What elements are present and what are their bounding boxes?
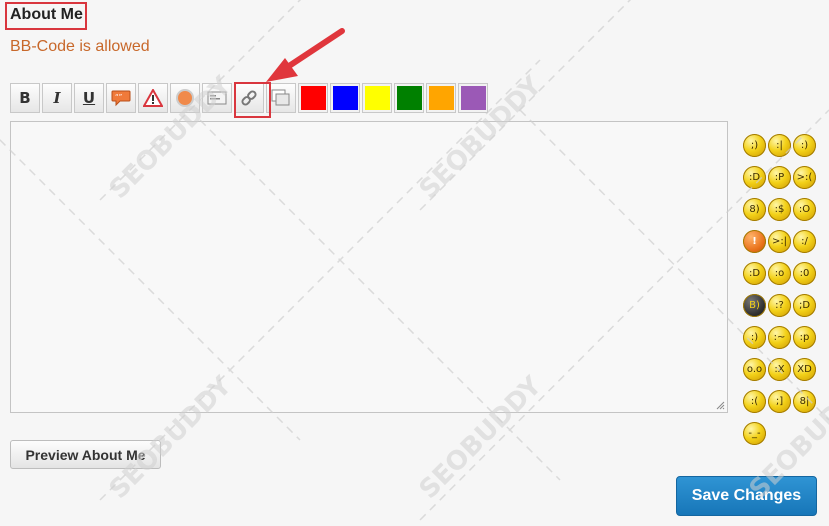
smiley-thinking-icon[interactable]: :? [768,294,791,317]
underline-button[interactable]: U [74,83,104,113]
smiley-wink2-icon[interactable]: ;D [793,294,816,317]
smiley-glasses-icon[interactable]: 8) [743,198,766,221]
color-blue-button[interactable] [330,83,360,113]
card-icon [207,91,227,105]
green-swatch [396,86,422,110]
smiley-smile-icon[interactable]: :) [793,134,816,157]
blue-swatch [332,86,358,110]
smiley-surprised-icon[interactable]: :o [768,262,791,285]
link-chain-icon [241,90,257,106]
smiley-alert-icon[interactable]: ! [743,230,766,253]
smiley-lol-icon[interactable]: XD [793,358,816,381]
smiley-sad-icon[interactable]: :( [743,390,766,413]
smiley-blink-icon[interactable]: o.o [743,358,766,381]
smiley-cool-icon[interactable]: B) [743,294,766,317]
quote-button[interactable]: “” [106,83,136,113]
about-me-textarea[interactable] [10,121,728,413]
color-red-button[interactable] [298,83,328,113]
svg-text:“”: “” [115,93,122,101]
color-orange-button[interactable] [426,83,456,113]
preview-about-me-button[interactable]: Preview About Me [10,440,161,469]
warning-icon [143,89,163,107]
smiley-angry-icon[interactable]: >:( [793,166,816,189]
smiley-tongue2-icon[interactable]: :p [793,326,816,349]
smiley-sweat-icon[interactable]: :) [743,326,766,349]
yellow-swatch [364,86,390,110]
record-button[interactable] [170,83,200,113]
quote-bubble-icon: “” [111,90,131,107]
image-button[interactable] [266,83,296,113]
smiley-shocked-icon[interactable]: :O [793,198,816,221]
smiley-drool-icon[interactable]: :~ [768,326,791,349]
color-purple-button[interactable] [458,83,488,113]
bold-button[interactable]: B [10,83,40,113]
resize-grip-icon[interactable] [716,401,725,410]
image-icon [271,89,290,106]
card-button[interactable] [202,83,232,113]
bbcode-toolbar: B I U “” [10,83,490,115]
color-yellow-button[interactable] [362,83,392,113]
smiley-smirk-icon[interactable]: ;] [768,390,791,413]
smiley-tongue-icon[interactable]: :P [768,166,791,189]
smiley-confused-icon[interactable]: :/ [793,230,816,253]
smiley-laugh-icon[interactable]: :D [743,262,766,285]
warning-button[interactable] [138,83,168,113]
bbcode-note: BB-Code is allowed [10,38,150,55]
red-swatch [300,86,326,110]
record-circle-icon [176,89,194,107]
italic-button[interactable]: I [42,83,72,113]
smiley-wink-icon[interactable]: ;) [743,134,766,157]
link-button[interactable] [234,83,264,113]
smiley-zipped-icon[interactable]: :X [768,358,791,381]
orange-swatch [428,86,454,110]
smiley-sleepy-icon[interactable]: -_- [743,422,766,445]
smiley-neutral-icon[interactable]: :| [768,134,791,157]
section-title: About Me [10,6,83,23]
smiley-nerd-icon[interactable]: 8| [793,390,816,413]
smiley-gasp-icon[interactable]: :0 [793,262,816,285]
smiley-mad-icon[interactable]: >:| [768,230,791,253]
smiley-panel: ;) :| :) :D :P >:( 8) :$ :O ! >:| :/ :D … [743,134,823,454]
smiley-blush-icon[interactable]: :$ [768,198,791,221]
color-green-button[interactable] [394,83,424,113]
smiley-grin-icon[interactable]: :D [743,166,766,189]
purple-swatch [460,86,486,110]
save-changes-button[interactable]: Save Changes [676,476,817,516]
